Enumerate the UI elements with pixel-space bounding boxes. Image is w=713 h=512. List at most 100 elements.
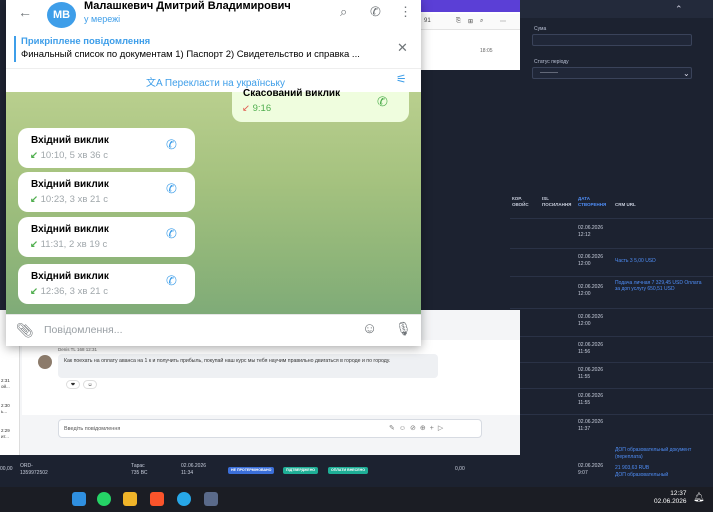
phone-icon[interactable]: ✆: [166, 226, 177, 242]
row-link[interactable]: Подача личная 7 329,45 USD Оплата за доп…: [615, 280, 705, 292]
telegram-window: ← MB Малашкевич Дмитрий Владимирович у м…: [6, 0, 421, 346]
sidebar-item[interactable]: 2:31: [1, 378, 10, 383]
chevron-down-icon[interactable]: ⌄: [683, 69, 690, 78]
more-vertical-icon[interactable]: ⋮: [399, 4, 412, 20]
call-title: Вхідний виклик: [31, 135, 109, 146]
sum-input[interactable]: [532, 34, 692, 46]
table-row[interactable]: 02.06.2026 12:12: [510, 218, 713, 248]
microphone-icon[interactable]: 🎙︎: [395, 321, 412, 337]
incoming-call-arrow-icon: ↙: [30, 286, 38, 297]
table-row[interactable]: 02.06.2026 11:55: [510, 388, 713, 414]
message-bubble[interactable]: Скасований виклик ↙ 9:16 ✆: [232, 88, 409, 122]
pinned-message[interactable]: Прикріплене повідомлення Финальный списо…: [14, 34, 414, 64]
emoji-icon[interactable]: ☺: [362, 320, 377, 337]
telegram-icon[interactable]: [177, 492, 191, 506]
row-time: 12:12: [578, 232, 591, 238]
row-date: 02.06.2026: [578, 225, 604, 231]
browser-toolbar: 91 ⎘ ⊞ ⌕ ⋯: [420, 14, 520, 30]
message-author: Denis TL 168 12:31: [58, 347, 98, 352]
incoming-call-arrow-icon: ↙: [30, 239, 38, 250]
row-link[interactable]: ДОП образовательный: [615, 472, 668, 479]
reaction-heart-icon[interactable]: ❤: [66, 380, 80, 389]
taskbar-clock[interactable]: 12:37 02.06.2026: [654, 490, 687, 506]
row-link[interactable]: ДОП образовательный документ (переплата): [615, 447, 707, 461]
table-row[interactable]: 02.06.2026 12:00: [510, 308, 713, 336]
table-header: CRM URL: [615, 202, 636, 207]
message-bubble[interactable]: Вхідний виклик ↙ 10:23, 3 хв 21 с ✆: [18, 172, 195, 212]
notification-counter[interactable]: 91: [424, 18, 431, 24]
table-row[interactable]: 02.06.2026 11:56: [510, 336, 713, 362]
app-icon[interactable]: [204, 492, 218, 506]
row-date: 02.06.2026: [578, 342, 604, 348]
sidebar-item[interactable]: 2:29: [1, 428, 10, 433]
message-bubble[interactable]: Вхідний виклик ↙ 12:36, 3 хв 21 с ✆: [18, 264, 195, 304]
back-arrow-icon[interactable]: ←: [18, 4, 32, 20]
clock-time: 12:37: [670, 490, 687, 497]
notification-bell-icon[interactable]: 🔔︎: [693, 492, 704, 503]
sidebar-item[interactable]: ит...: [1, 434, 9, 439]
search-icon[interactable]: ⌕: [340, 4, 347, 20]
incoming-call-arrow-icon: ↙: [30, 150, 38, 161]
call-meta: ↙ 10:23, 3 хв 21 с: [30, 194, 108, 205]
row-date: 02.06.2026: [181, 463, 207, 469]
row-date: 02.06.2026: [578, 284, 604, 290]
sidebar-item[interactable]: ой...: [1, 384, 10, 389]
message-bubble[interactable]: Вхідний виклик ↙ 11:31, 2 хв 19 с ✆: [18, 217, 195, 257]
row-value: 0,00: [455, 466, 465, 472]
sidebar-item[interactable]: ь...: [1, 409, 7, 414]
share-icon[interactable]: ⎘: [456, 18, 461, 25]
call-duration: 10:10, 5 хв 36 с: [40, 150, 108, 161]
call-meta: ↙ 12:36, 3 хв 21 с: [30, 286, 108, 297]
composer-toolbar-icons[interactable]: ✎☺⊘⊕+▷: [389, 424, 447, 432]
row-date: 02.06.2026: [578, 314, 604, 320]
translate-icon: 文A: [146, 78, 165, 89]
add-reaction-icon[interactable]: ☺: [83, 380, 97, 389]
row-date: 02.06.2026: [578, 463, 604, 469]
windows-start-icon[interactable]: [72, 492, 86, 506]
table-header: КОР. ОВОЙС: [512, 196, 529, 207]
call-duration: 10:23, 3 хв 21 с: [40, 194, 108, 205]
whatsapp-icon[interactable]: [97, 492, 111, 506]
row-link[interactable]: 21 903,63 RUB: [615, 465, 649, 472]
phone-icon[interactable]: ✆: [166, 181, 177, 197]
phone-icon[interactable]: ✆: [370, 4, 381, 20]
table-row[interactable]: 02.06.2026 11:55: [510, 362, 713, 388]
brave-browser-icon[interactable]: [150, 492, 164, 506]
phone-icon[interactable]: ✆: [377, 94, 388, 110]
translate-button[interactable]: 文A Перекласти на українську: [146, 74, 285, 89]
more-icon[interactable]: ⋯: [500, 18, 506, 25]
contact-name[interactable]: Малашкевич Дмитрий Владимирович: [84, 0, 291, 12]
search-icon[interactable]: ⌕: [480, 18, 483, 25]
browser-titlebar[interactable]: [420, 0, 520, 12]
message-bubble[interactable]: Вхідний виклик ↙ 10:10, 5 хв 36 с ✆: [18, 128, 195, 168]
grid-icon[interactable]: ⊞: [468, 18, 473, 25]
close-icon[interactable]: ✕: [397, 40, 408, 56]
order-id[interactable]: 1359972502: [20, 470, 48, 477]
table-row[interactable]: 02.06.2026 12:00 Часть 3 5,00 USD: [510, 248, 713, 276]
translate-settings-icon[interactable]: ⚟: [396, 72, 407, 86]
clock-date: 02.06.2026: [654, 498, 687, 505]
chat-messages: Скасований виклик ↙ 9:16 ✆ Вхідний викли…: [6, 88, 421, 314]
message-input[interactable]: Повідомлення...: [44, 324, 122, 336]
row-link[interactable]: Часть 3 5,00 USD: [615, 258, 705, 264]
sidebar-item[interactable]: 2:30: [1, 403, 10, 408]
table-row[interactable]: 02.06.2026 11:37: [510, 414, 713, 444]
table-header: ISL ПОСИЛАННЯ: [542, 196, 572, 207]
table-header[interactable]: ДАТА СТВОРЕННЯ: [578, 196, 613, 208]
row-date: 02.06.2026: [578, 419, 604, 425]
sum-label: Сума: [534, 26, 547, 32]
avatar[interactable]: [38, 355, 52, 369]
row-time: 12:00: [578, 261, 591, 267]
row-time: 11:55: [578, 400, 591, 406]
phone-icon[interactable]: ✆: [166, 273, 177, 289]
order-label: ORD-: [20, 463, 33, 469]
avatar[interactable]: MB: [47, 2, 76, 28]
attach-icon[interactable]: 📎︎: [16, 322, 34, 339]
chevron-up-icon[interactable]: ⌃: [675, 4, 683, 15]
table-row[interactable]: 02.06.2026 12:00 Подача личная 7 329,45 …: [510, 276, 713, 308]
call-meta: ↙ 11:31, 2 хв 19 с: [30, 239, 107, 250]
row-time: 11:37: [578, 426, 591, 432]
file-explorer-icon[interactable]: [123, 492, 137, 506]
phone-icon[interactable]: ✆: [166, 137, 177, 153]
chat-header: ← MB Малашкевич Дмитрий Владимирович у м…: [6, 0, 421, 30]
